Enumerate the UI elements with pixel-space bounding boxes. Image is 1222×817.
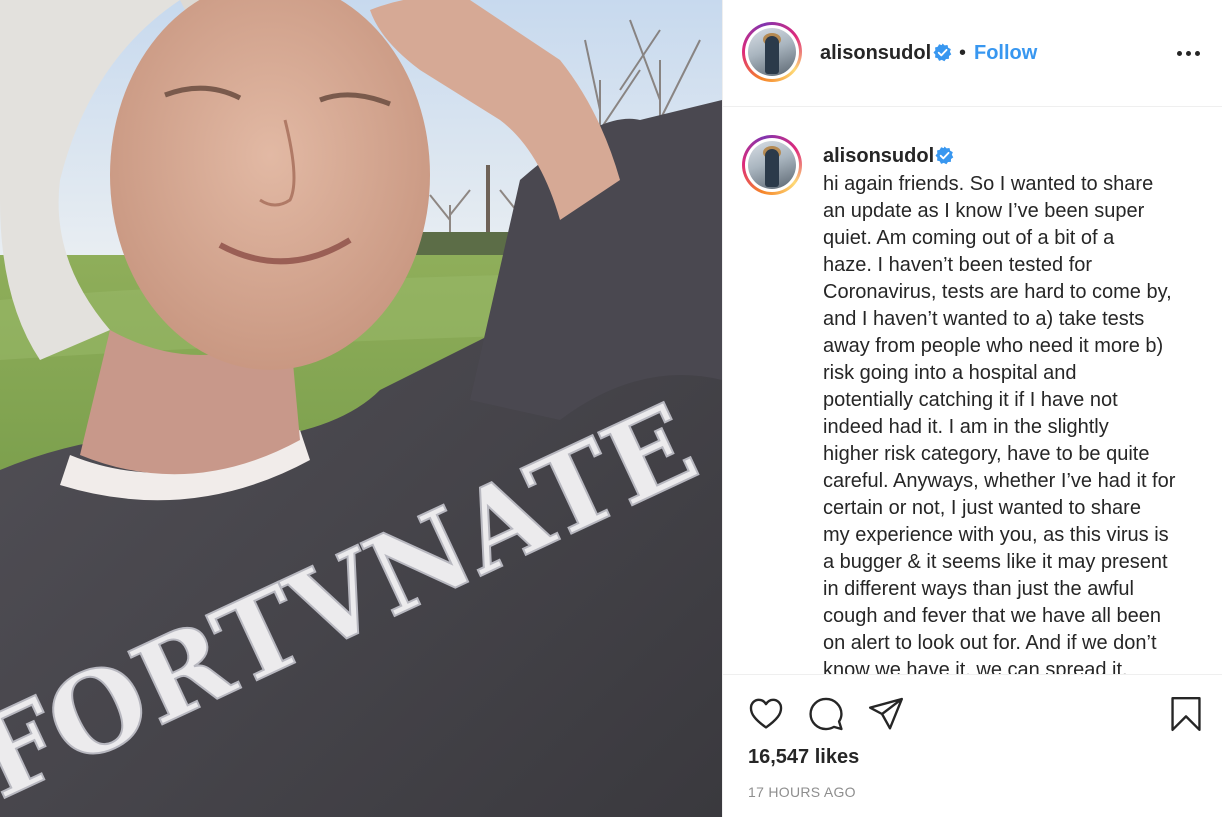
bookmark-icon[interactable] <box>1167 695 1205 733</box>
post-photo-illustration: FORTVNATE <box>0 0 722 817</box>
post-photo[interactable]: FORTVNATE <box>0 0 722 817</box>
post-header: alisonsudol • Follow <box>723 0 1222 107</box>
avatar[interactable] <box>742 22 802 82</box>
caption-text: hi again friends. So I wanted to share a… <box>823 173 1176 674</box>
post-timestamp[interactable]: 17 HOURS AGO <box>748 784 856 800</box>
comment-icon[interactable] <box>807 695 845 733</box>
separator-dot: • <box>959 42 967 64</box>
verified-badge-icon <box>933 43 952 62</box>
follow-button[interactable]: Follow <box>974 42 1037 65</box>
share-icon[interactable] <box>867 695 905 733</box>
verified-badge-icon <box>935 146 954 165</box>
likes-count[interactable]: 16,547 likes <box>748 746 859 769</box>
caption-username[interactable]: alisonsudol <box>823 145 934 168</box>
action-bar: 16,547 likes 17 HOURS AGO <box>723 674 1222 817</box>
more-options-icon[interactable] <box>1175 40 1203 66</box>
post-side-panel: alisonsudol • Follow alisonsudol hi agai… <box>722 0 1222 817</box>
caption-avatar[interactable] <box>742 135 802 195</box>
header-username[interactable]: alisonsudol <box>820 42 931 65</box>
caption-section: alisonsudol hi again friends. So I wante… <box>723 107 1222 674</box>
heart-icon[interactable] <box>747 695 785 733</box>
